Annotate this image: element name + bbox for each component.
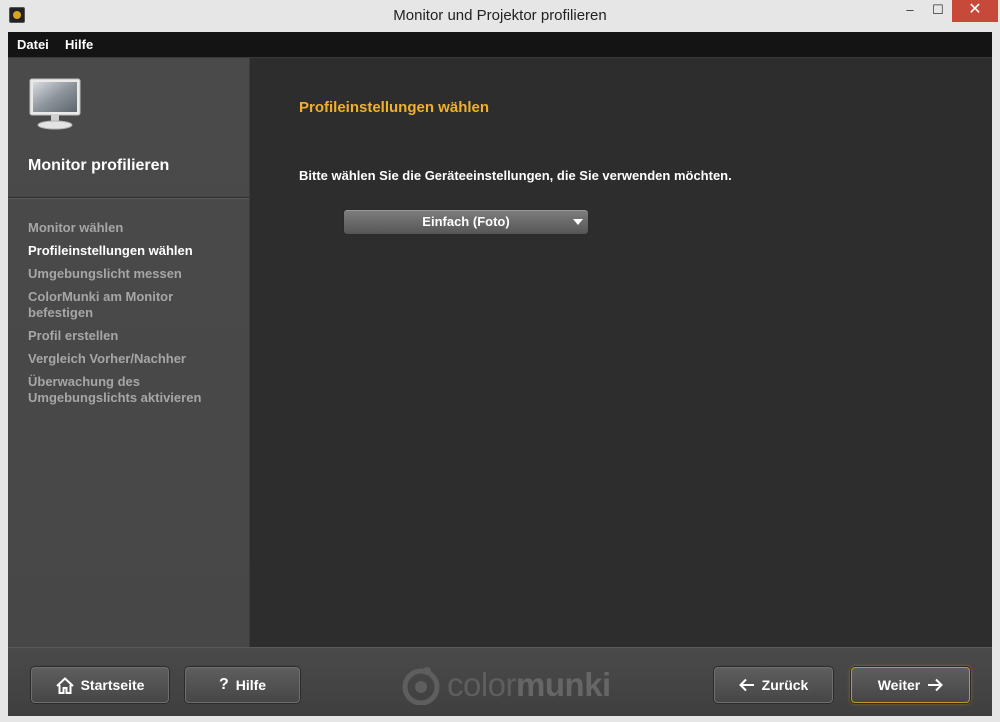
- startseite-button[interactable]: Startseite: [31, 667, 169, 703]
- maximize-button[interactable]: ☐: [924, 0, 952, 22]
- title-bar: Monitor und Projektor profilieren – ☐ ✕: [0, 0, 1000, 32]
- zurueck-button[interactable]: Zurück: [714, 667, 833, 703]
- step-profil-erstellen: Profil erstellen: [28, 328, 119, 343]
- close-button[interactable]: ✕: [952, 0, 998, 22]
- arrow-left-icon: [738, 678, 754, 692]
- question-icon: ?: [218, 676, 229, 693]
- window-border-right: [992, 32, 1000, 722]
- zurueck-label: Zurück: [761, 677, 809, 693]
- step-vergleich: Vergleich Vorher/Nachher: [28, 351, 186, 366]
- window-border-bottom: [0, 716, 1000, 722]
- step-colormunki-befestigen: ColorMunki am Monitor befestigen: [28, 289, 174, 320]
- weiter-button[interactable]: Weiter: [851, 667, 970, 703]
- sidebar: Monitor profilieren Monitor wählen Profi…: [8, 58, 250, 647]
- hilfe-label: Hilfe: [235, 677, 267, 693]
- sidebar-divider: [8, 197, 249, 199]
- instruction-text: Bitte wählen Sie die Geräteeinstellungen…: [299, 168, 732, 183]
- page-title: Profileinstellungen wählen: [299, 99, 490, 116]
- home-icon: [55, 676, 74, 694]
- menu-bar: Datei Hilfe: [8, 32, 992, 58]
- colormunki-logo: colormunki: [401, 664, 631, 706]
- chevron-down-icon: [573, 219, 583, 225]
- colormunki-logo-text: colormunki: [447, 666, 611, 703]
- window-title: Monitor und Projektor profilieren: [393, 7, 607, 24]
- step-ueberwachung: Überwachung des Umgebungslichts aktivier…: [28, 374, 202, 405]
- step-profileinstellungen-waehlen: Profileinstellungen wählen: [28, 243, 193, 258]
- device-settings-dropdown[interactable]: Einfach (Foto): [343, 209, 589, 235]
- sidebar-heading: Monitor profilieren: [28, 157, 170, 174]
- minimize-button[interactable]: –: [896, 0, 924, 22]
- dropdown-selected-value: Einfach (Foto): [422, 214, 510, 229]
- footer-bar: Startseite ? Hilfe colormunki Zurück Wei…: [8, 647, 992, 716]
- hilfe-button[interactable]: ? Hilfe: [185, 667, 300, 703]
- main-panel: Profileinstellungen wählen Bitte wählen …: [250, 58, 992, 647]
- weiter-label: Weiter: [877, 677, 921, 693]
- step-monitor-waehlen: Monitor wählen: [28, 220, 124, 235]
- step-umgebungslicht-messen: Umgebungslicht messen: [28, 266, 182, 281]
- menu-datei[interactable]: Datei: [17, 32, 49, 58]
- startseite-label: Startseite: [80, 677, 145, 693]
- menu-hilfe[interactable]: Hilfe: [65, 32, 93, 58]
- arrow-right-icon: [928, 678, 944, 692]
- colormunki-logo-mark-icon: [402, 667, 440, 705]
- window-border-left: [0, 32, 8, 722]
- monitor-icon: [29, 78, 81, 130]
- step-list: Monitor wählen Profileinstellungen wähle…: [28, 220, 238, 413]
